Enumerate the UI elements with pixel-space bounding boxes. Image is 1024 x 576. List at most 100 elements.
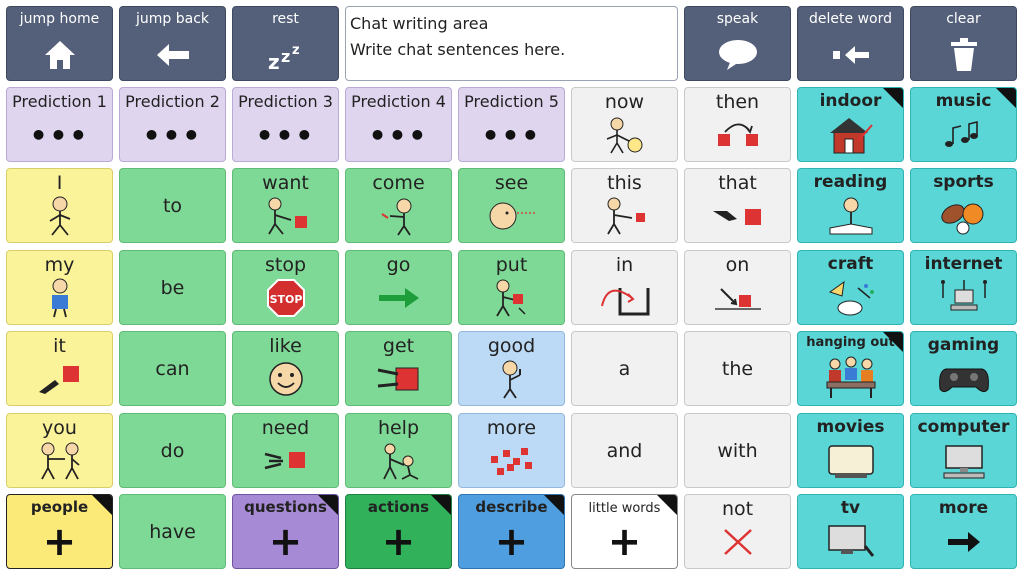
category-little-words-button[interactable]: little words + (571, 494, 678, 569)
topic-internet-button[interactable]: internet (910, 250, 1017, 325)
ellipsis-icon: ••• (255, 118, 316, 152)
word-you-button[interactable]: you (6, 413, 113, 488)
prediction-2-button[interactable]: Prediction 2 ••• (119, 87, 226, 162)
word-i-button[interactable]: I (6, 168, 113, 243)
stop-sign-icon: STOP (233, 276, 338, 320)
jump-home-button[interactable]: jump home (6, 6, 113, 81)
word-that-button[interactable]: that (684, 168, 791, 243)
word-can-button[interactable]: can (119, 331, 226, 406)
word-on-button[interactable]: on (684, 250, 791, 325)
category-actions-button[interactable]: actions + (345, 494, 452, 569)
word-label: put (495, 254, 528, 276)
word-a-button[interactable]: a (571, 331, 678, 406)
then-arrow-icon (685, 113, 790, 157)
person-pointing-near-icon (572, 194, 677, 238)
speech-bubble-icon (685, 33, 790, 77)
red-x-icon (685, 520, 790, 564)
topic-hanging-out-button[interactable]: hanging out (797, 331, 904, 406)
word-get-button[interactable]: get (345, 331, 452, 406)
face-looking-icon (459, 194, 564, 238)
category-people-button[interactable]: people + (6, 494, 113, 569)
television-icon (798, 520, 903, 564)
word-it-button[interactable]: it (6, 331, 113, 406)
word-label: like (269, 335, 302, 357)
word-label: be (160, 276, 185, 299)
clear-button[interactable]: clear (910, 6, 1017, 81)
speak-button[interactable]: speak (684, 6, 791, 81)
word-stop-button[interactable]: stop STOP (232, 250, 339, 325)
prediction-label: Prediction 2 (125, 92, 220, 111)
word-the-button[interactable]: the (684, 331, 791, 406)
trash-icon (911, 33, 1016, 77)
word-come-button[interactable]: come (345, 168, 452, 243)
svg-text:STOP: STOP (269, 293, 302, 306)
word-label: this (607, 172, 642, 194)
topic-indoor-button[interactable]: indoor (797, 87, 904, 162)
word-with-button[interactable]: with (684, 413, 791, 488)
word-label: I (56, 172, 63, 194)
topic-label: internet (924, 254, 1003, 274)
word-label: it (53, 335, 66, 357)
prediction-4-button[interactable]: Prediction 4 ••• (345, 87, 452, 162)
topic-craft-button[interactable]: craft (797, 250, 904, 325)
word-label: can (155, 357, 190, 380)
word-label: my (44, 254, 75, 276)
category-questions-button[interactable]: questions + (232, 494, 339, 569)
word-now-button[interactable]: now (571, 87, 678, 162)
word-have-button[interactable]: have (119, 494, 226, 569)
word-to-button[interactable]: to (119, 168, 226, 243)
topic-label: tv (840, 498, 861, 518)
word-be-button[interactable]: be (119, 250, 226, 325)
word-good-button[interactable]: good (458, 331, 565, 406)
prediction-3-button[interactable]: Prediction 3 ••• (232, 87, 339, 162)
rest-label: rest (272, 11, 299, 27)
word-do-button[interactable]: do (119, 413, 226, 488)
topic-movies-button[interactable]: movies (797, 413, 904, 488)
word-help-button[interactable]: help (345, 413, 452, 488)
plus-icon: + (42, 519, 77, 565)
word-in-button[interactable]: in (571, 250, 678, 325)
word-need-button[interactable]: need (232, 413, 339, 488)
person-helping-icon (346, 439, 451, 483)
friends-at-table-icon (798, 353, 903, 401)
word-put-button[interactable]: put (458, 250, 565, 325)
prediction-5-button[interactable]: Prediction 5 ••• (458, 87, 565, 162)
category-describe-button[interactable]: describe + (458, 494, 565, 569)
topic-gaming-button[interactable]: gaming (910, 331, 1017, 406)
topic-reading-button[interactable]: reading (797, 168, 904, 243)
person-putting-icon (459, 276, 564, 320)
topic-sports-button[interactable]: sports (910, 168, 1017, 243)
word-like-button[interactable]: like (232, 331, 339, 406)
category-label: questions (244, 498, 327, 516)
person-beckoning-icon (346, 194, 451, 238)
topic-computer-button[interactable]: computer (910, 413, 1017, 488)
word-then-button[interactable]: then (684, 87, 791, 162)
topic-more-button[interactable]: more (910, 494, 1017, 569)
word-label: good (487, 335, 536, 357)
word-go-button[interactable]: go (345, 250, 452, 325)
chat-writing-area[interactable]: Chat writing area Write chat sentences h… (345, 6, 678, 81)
category-label: people (30, 498, 89, 516)
sleep-zzz-icon: z z z (233, 33, 338, 77)
topic-label: craft (827, 254, 874, 274)
prediction-1-button[interactable]: Prediction 1 ••• (6, 87, 113, 162)
topic-music-button[interactable]: music (910, 87, 1017, 162)
word-my-button[interactable]: my (6, 250, 113, 325)
delete-word-button[interactable]: delete word (797, 6, 904, 81)
word-see-button[interactable]: see (458, 168, 565, 243)
word-and-button[interactable]: and (571, 413, 678, 488)
jump-back-button[interactable]: jump back (119, 6, 226, 81)
word-this-button[interactable]: this (571, 168, 678, 243)
plus-icon: + (494, 519, 529, 565)
jump-back-label: jump back (135, 11, 209, 27)
on-top-icon (685, 276, 790, 320)
ellipsis-icon: ••• (29, 118, 90, 152)
speak-label: speak (716, 11, 759, 27)
rest-button[interactable]: rest z z z (232, 6, 339, 81)
word-more-button[interactable]: more (458, 413, 565, 488)
desktop-computer-icon (911, 439, 1016, 483)
word-want-button[interactable]: want (232, 168, 339, 243)
topic-tv-button[interactable]: tv (797, 494, 904, 569)
word-not-button[interactable]: not (684, 494, 791, 569)
word-label: see (494, 172, 529, 194)
